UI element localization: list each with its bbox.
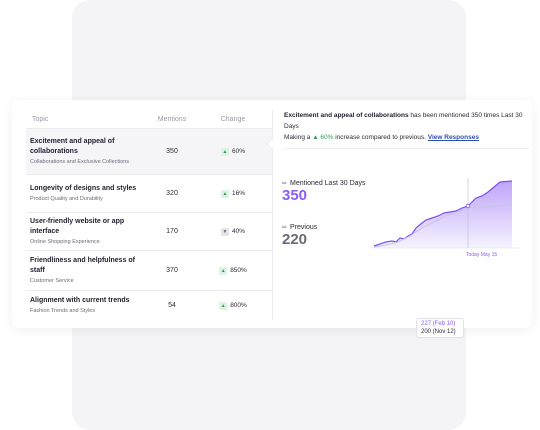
change-cell: ▲ 60%	[203, 147, 263, 156]
topic-title: Friendliness and helpfulness of staff	[30, 257, 136, 274]
mentions-value: 54	[168, 302, 176, 309]
change-value: 16%	[231, 190, 245, 197]
tooltip-previous: 200 (Nov 12)	[421, 329, 456, 335]
current-stat-label-row: ✏ Mentioned Last 30 Days	[282, 180, 366, 187]
topic-category: Fashion Trends and Styles	[30, 308, 96, 314]
pencil-icon: ✏	[282, 181, 288, 187]
mentions-value: 350	[166, 148, 178, 155]
table-row[interactable]: Alignment with current trends Fashion Tr…	[26, 290, 272, 320]
header-mentions[interactable]: Mentions	[141, 116, 203, 123]
topic-category: Product Quality and Durability	[30, 196, 103, 202]
hover-point-current	[465, 203, 471, 209]
topic-title: User-friendly website or app interface	[30, 218, 125, 235]
current-stat-label: Mentioned Last 30 Days	[290, 180, 366, 187]
background-card-bottom	[72, 328, 466, 430]
topics-table: Topic Mentions Change Excitement and app…	[26, 110, 272, 320]
table-row[interactable]: User-friendly website or app interface O…	[26, 212, 272, 250]
topic-cell: Alignment with current trends Fashion Tr…	[26, 296, 141, 315]
mentions-value: 170	[166, 228, 178, 235]
mentions-value: 370	[166, 267, 178, 274]
tooltip-current: 227 (Feb 10)	[421, 321, 456, 327]
arrow-up-icon: ▲	[219, 301, 228, 310]
topic-cell: Longevity of designs and styles Product …	[26, 184, 141, 203]
arrow-up-icon: ▲	[220, 189, 229, 198]
change-value: 60%	[231, 148, 245, 155]
change-cell: ▲ 800%	[203, 301, 263, 310]
topic-cell: Friendliness and helpfulness of staff Cu…	[26, 256, 141, 285]
today-date-label: Today May 15	[466, 252, 498, 258]
summary-text: Making a	[284, 134, 313, 141]
table-row[interactable]: Excitement and appeal of collaborations …	[26, 128, 272, 174]
mentions-value: 320	[166, 190, 178, 197]
previous-stat-label: Previous	[290, 224, 318, 231]
table-header: Topic Mentions Change	[26, 110, 272, 128]
mentions-trend-chart	[370, 178, 520, 249]
summary-separator	[284, 148, 529, 149]
pencil-icon: ✏	[282, 225, 288, 231]
change-value: 800%	[230, 302, 247, 309]
summary-percent: ▲ 60%	[312, 134, 334, 141]
previous-stat: ✏ Previous 220	[282, 224, 317, 249]
table-row[interactable]: Longevity of designs and styles Product …	[26, 174, 272, 212]
table-row[interactable]: Friendliness and helpfulness of staff Cu…	[26, 250, 272, 290]
topic-category: Customer Service	[30, 278, 74, 284]
topics-panel: Topic Mentions Change Excitement and app…	[12, 100, 532, 338]
arrow-up-icon: ▲	[219, 266, 228, 275]
topic-category: Online Shopping Experience	[30, 239, 100, 245]
summary-text: increase compared to previous.	[333, 134, 428, 141]
previous-stat-value: 220	[282, 231, 308, 248]
arrow-up-icon: ▲	[220, 147, 229, 156]
arrow-down-icon: ▼	[220, 227, 229, 236]
chart-tooltip: 227 (Feb 10) 200 (Nov 12)	[416, 318, 464, 338]
current-period-area	[374, 181, 512, 248]
change-cell: ▼ 40%	[203, 227, 263, 236]
background-card-top	[72, 0, 466, 100]
topic-title: Alignment with current trends	[30, 297, 130, 304]
change-value: 40%	[231, 228, 245, 235]
current-stat-value: 350	[282, 187, 308, 204]
header-topic[interactable]: Topic	[26, 116, 141, 123]
topic-category: Collaborations and Exclusive Collections	[30, 159, 130, 165]
current-stat: ✏ Mentioned Last 30 Days 350	[282, 180, 366, 205]
topic-summary: Excitement and appeal of collaborations …	[284, 110, 529, 143]
change-cell: ▲ 850%	[203, 266, 263, 275]
topic-cell: User-friendly website or app interface O…	[26, 217, 141, 246]
change-cell: ▲ 16%	[203, 189, 263, 198]
topic-title: Longevity of designs and styles	[30, 185, 137, 192]
change-value: 850%	[230, 267, 247, 274]
header-change[interactable]: Change	[203, 116, 263, 123]
topic-title: Excitement and appeal of collaborations	[30, 138, 115, 155]
topic-cell: Excitement and appeal of collaborations …	[26, 137, 141, 166]
previous-stat-label-row: ✏ Previous	[282, 224, 317, 231]
view-responses-link[interactable]: View Responses	[428, 134, 479, 141]
summary-topic: Excitement and appeal of collaborations	[284, 112, 409, 119]
